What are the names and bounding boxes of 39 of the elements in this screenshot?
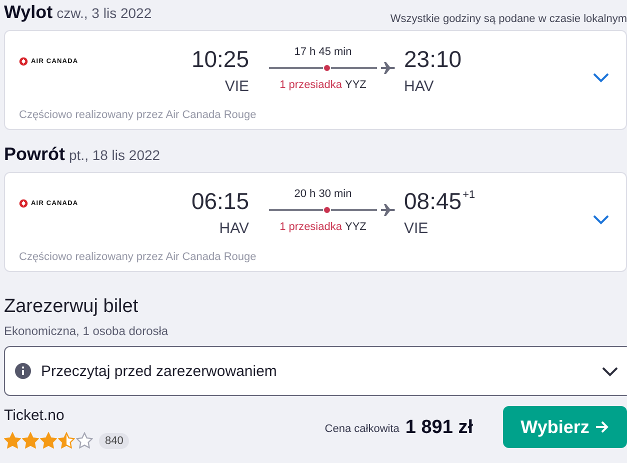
route-line-icon [269,64,377,72]
stopover-airport: YYZ [344,221,366,233]
timezone-note: Wszystkie godziny są podane w czasie lokalnym [390,13,627,25]
stopover-count: 1 przesiadka [280,221,342,233]
section-title: Powrót [4,144,65,165]
fare-details: Ekonomiczna, 1 osoba dorosła [4,324,170,338]
price-label: Cena całkowita [324,423,400,435]
maple-leaf-icon [19,199,28,208]
chevron-icon[interactable] [592,213,610,225]
info-dropdown[interactable]: Przeczytaj przed zarezerwowaniem [4,346,627,396]
flight-duration: 20 h 30 min [293,188,353,200]
flight-date: pt., 18 lis 2022 [69,147,160,163]
departure-airport: HAV [219,220,249,237]
arrival-time: 08:45 [404,187,462,215]
stopover-airport: YYZ [344,79,366,91]
departure-time: 06:15 [191,187,249,215]
flight-duration: 17 h 45 min [293,46,353,58]
operator-note: Częściowo realizowany przez Air Canada Rouge [19,109,258,121]
total-price: 1 891 zł [405,417,473,439]
arrival-airport: HAV [404,78,434,95]
maple-leaf-icon [19,57,28,66]
route-line-icon [269,206,377,214]
flight-date: czw., 3 lis 2022 [56,5,152,21]
provider-name: Ticket.no [4,407,66,424]
review-count: 840 [99,432,130,448]
operator-note: Częściowo realizowany przez Air Canada Rouge [19,251,258,263]
arrow-icon [595,420,610,434]
plane-icon [381,204,395,216]
arrival-airport: VIE [404,220,428,237]
day-offset: +1 [462,189,476,203]
departure-airport: VIE [224,78,249,95]
info-icon [15,363,31,379]
section-title: Wylot [4,2,53,23]
chevron-icon[interactable] [592,71,610,83]
departure-time: 10:25 [191,45,249,73]
arrival-time: 23:10 [404,45,462,73]
stopover-count: 1 przesiadka [280,79,342,91]
plane-icon [381,62,395,74]
booking-title: Zarezerwuj bilet [4,296,140,318]
